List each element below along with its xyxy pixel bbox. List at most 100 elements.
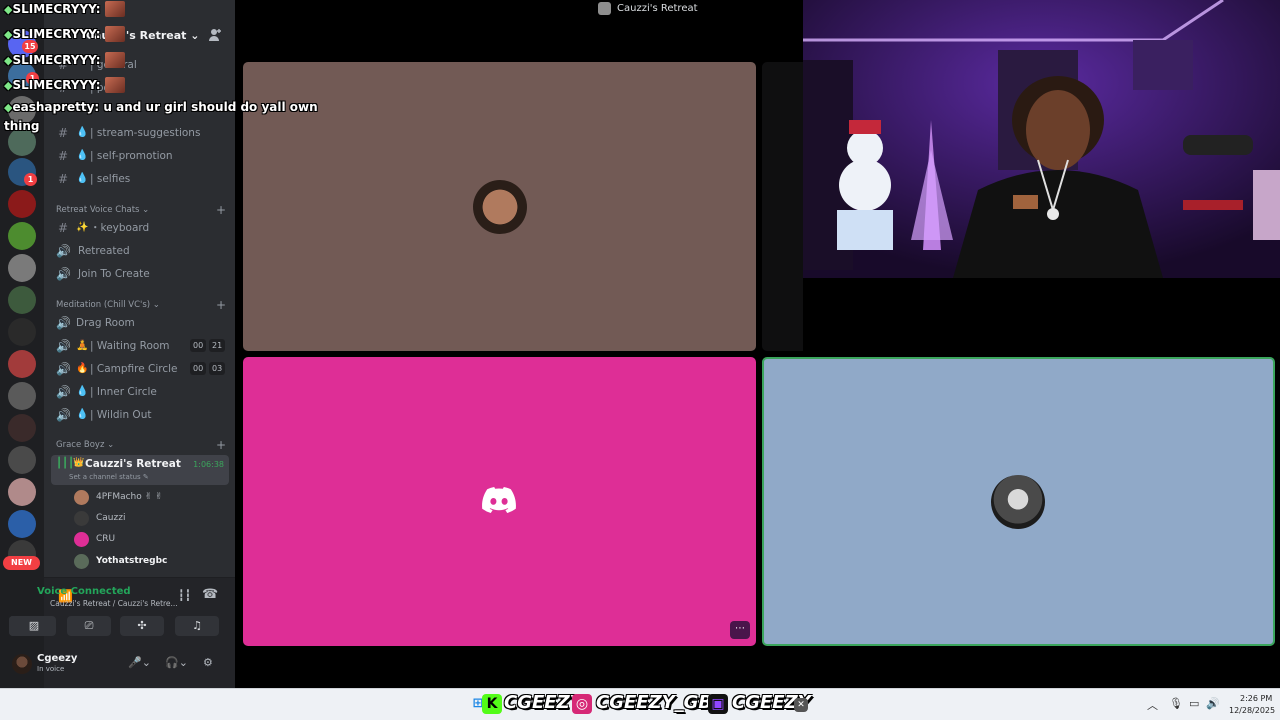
window-title: Cauzzi's Retreat bbox=[617, 3, 698, 14]
avatar bbox=[74, 511, 89, 526]
channel-self-promotion[interactable]: # 💧 | self-promotion bbox=[52, 146, 228, 166]
add-channel-icon[interactable]: + bbox=[216, 298, 226, 312]
channel-wildin-out[interactable]: 🔊 💧 | Wildin Out bbox=[52, 405, 228, 425]
chat-emote bbox=[104, 0, 125, 17]
channel-drag-room[interactable]: 🔊 Drag Room bbox=[52, 313, 228, 333]
discord-logo-icon bbox=[482, 487, 516, 513]
noise-suppression-icon[interactable]: ┇┇ bbox=[178, 589, 191, 602]
active-voice-channel[interactable]: ┃┃┃ 👑 Cauzzi's Retreat 1:06:38 Set a cha… bbox=[51, 455, 229, 485]
share-screen-button[interactable]: ⎚ bbox=[67, 616, 111, 636]
participant-avatar bbox=[473, 180, 527, 234]
network-icon[interactable]: ▭ bbox=[1189, 697, 1199, 710]
kick-handle: CGEEZY bbox=[504, 692, 583, 713]
chat-message-continued: thing bbox=[4, 119, 40, 133]
participant-tile-2[interactable] bbox=[243, 357, 756, 646]
microphone-tray-icon[interactable]: 🎙 bbox=[1169, 697, 1183, 710]
channel-join-to-create[interactable]: 🔊 Join To Create bbox=[52, 264, 228, 284]
voice-user[interactable]: Cauzzi bbox=[74, 510, 224, 528]
avatar bbox=[74, 554, 89, 569]
server-icon-6[interactable] bbox=[8, 190, 36, 218]
soundboard-icon: ♫ bbox=[192, 619, 202, 632]
server-icon-14[interactable] bbox=[8, 446, 36, 474]
webcam-feed bbox=[803, 0, 1280, 278]
clock-date[interactable]: 12/28/2025 bbox=[1229, 706, 1275, 715]
server-icon-12[interactable] bbox=[8, 382, 36, 410]
chevron-up-icon[interactable]: ︿ bbox=[1147, 697, 1158, 713]
hash-icon: # bbox=[57, 126, 69, 140]
chat-message: ◆eashapretty: u and ur girl should do ya… bbox=[4, 100, 318, 114]
voice-user[interactable]: Yothatstregbc bbox=[74, 553, 224, 571]
channel-stream-suggestions[interactable]: # 💧 | stream-suggestions bbox=[52, 123, 228, 143]
voice-user[interactable]: CRU bbox=[74, 531, 224, 549]
screen-share-icon: ⎚ bbox=[84, 619, 94, 632]
chat-message: ◆SLIMECRYYY: bbox=[4, 23, 125, 42]
category-retreat-voice-chats[interactable]: Retreat Voice Chats ⌄ + bbox=[56, 203, 226, 217]
hash-icon: # bbox=[57, 149, 69, 163]
channel-waiting-room[interactable]: 🔊 🧘 | Waiting Room 00 21 bbox=[52, 336, 228, 356]
chat-message: ◆SLIMECRYYY: bbox=[4, 49, 125, 68]
server-icon-13[interactable] bbox=[8, 414, 36, 442]
user-name: Cgeezy bbox=[37, 653, 78, 664]
channel-inner-circle[interactable]: 🔊 💧 | Inner Circle bbox=[52, 382, 228, 402]
xbox-icon: ✕ bbox=[794, 698, 808, 712]
sound-button[interactable]: ♫ bbox=[175, 616, 219, 636]
water-icon: 💧 bbox=[76, 386, 89, 397]
hidden-tile bbox=[762, 62, 803, 351]
server-icon-9[interactable] bbox=[8, 286, 36, 314]
participant-tile-1[interactable] bbox=[243, 62, 756, 351]
twitch-icon: ▣ bbox=[708, 694, 728, 714]
participant-avatar bbox=[991, 475, 1045, 529]
voice-connected-status: Voice Connected bbox=[37, 586, 131, 597]
voice-user[interactable]: 4PFMacho ✌ ✌ bbox=[74, 489, 224, 507]
server-icon-16[interactable] bbox=[8, 510, 36, 538]
voice-channel-path[interactable]: Cauzzi's Retreat / Cauzzi's Retre... bbox=[50, 599, 178, 608]
title-bar: Cauzzi's Retreat bbox=[235, 0, 803, 18]
channel-keyboard[interactable]: # ✨ ・keyboard bbox=[52, 218, 228, 238]
camera-off-icon: ▨ bbox=[28, 619, 40, 632]
speaker-icon: 🔊 bbox=[56, 408, 71, 422]
server-icon-8[interactable] bbox=[8, 254, 36, 282]
server-icon bbox=[598, 2, 611, 15]
user-status: In voice bbox=[37, 665, 65, 673]
avatar bbox=[74, 532, 89, 547]
add-member-icon[interactable] bbox=[208, 28, 222, 42]
speaker-icon: 🔊 bbox=[56, 362, 71, 376]
chat-message: ◆SLIMECRYYY: bbox=[4, 0, 125, 17]
water-icon: 💧 bbox=[76, 127, 89, 138]
channel-status[interactable]: Set a channel status ✎ bbox=[69, 473, 149, 481]
channel-campfire-circle[interactable]: 🔊 🔥 | Campfire Circle 00 03 bbox=[52, 359, 228, 379]
server-icon-15[interactable] bbox=[8, 478, 36, 506]
server-icon-11[interactable] bbox=[8, 350, 36, 378]
meditation-icon: 🧘 bbox=[76, 340, 89, 351]
activity-button[interactable]: ✣ bbox=[120, 616, 164, 636]
channel-retreated[interactable]: 🔊 Retreated bbox=[52, 241, 228, 261]
add-channel-icon[interactable]: + bbox=[216, 203, 226, 217]
server-icon-7[interactable] bbox=[8, 222, 36, 250]
headphones-icon[interactable]: 🎧⌄ bbox=[165, 656, 188, 669]
add-channel-icon[interactable]: + bbox=[216, 438, 226, 452]
camera-button[interactable]: ▨ bbox=[12, 616, 56, 636]
speaker-icon: 🔊 bbox=[56, 385, 71, 399]
settings-gear-icon[interactable]: ⚙ bbox=[203, 656, 213, 669]
speaker-icon: 🔊 bbox=[56, 267, 71, 281]
hash-icon: # bbox=[57, 221, 69, 235]
user-count: 00 bbox=[190, 362, 207, 375]
user-avatar[interactable] bbox=[12, 654, 32, 674]
hash-icon: # bbox=[57, 172, 69, 186]
channel-selfies[interactable]: # 💧 | selfies bbox=[52, 169, 228, 189]
instagram-handle: CGEEZY_GBC bbox=[596, 692, 726, 713]
voice-activity-icon: ┃┃┃ bbox=[56, 458, 75, 469]
more-options-button[interactable]: ⋯ bbox=[730, 621, 750, 639]
category-meditation[interactable]: Meditation (Chill VC's) ⌄ + bbox=[56, 298, 226, 312]
volume-icon[interactable]: 🔊 bbox=[1206, 697, 1220, 710]
participant-tile-3[interactable] bbox=[762, 357, 1275, 646]
chat-emote bbox=[104, 25, 125, 42]
clock-time[interactable]: 2:26 PM bbox=[1240, 694, 1272, 703]
server-icon-10[interactable] bbox=[8, 318, 36, 346]
microphone-icon[interactable]: 🎤⌄ bbox=[128, 656, 151, 669]
category-grace-boyz[interactable]: Grace Boyz ⌄ + bbox=[56, 438, 226, 452]
new-badge: NEW bbox=[3, 556, 40, 570]
water-icon: 💧 bbox=[76, 173, 89, 184]
screen: Cauzzi's Retreat 15 1 1 NEW Cauzzi's Ret… bbox=[0, 0, 1280, 720]
disconnect-icon[interactable]: ☎ bbox=[202, 587, 218, 602]
